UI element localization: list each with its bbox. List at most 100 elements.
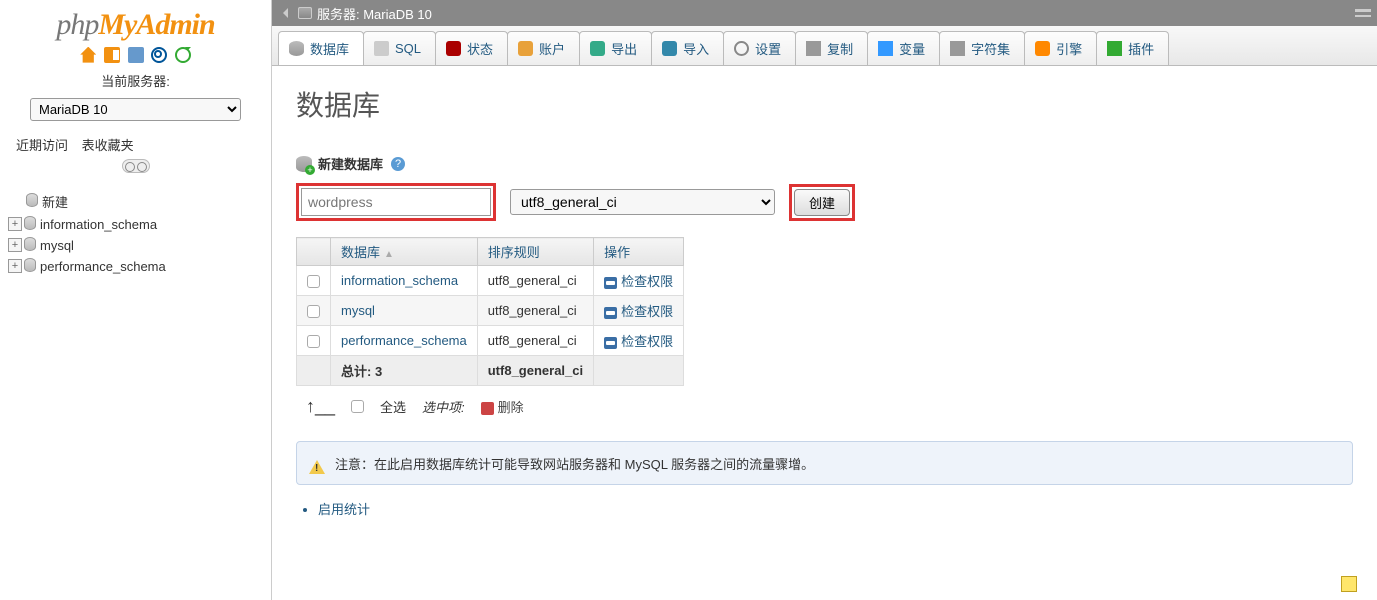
- users-icon: [518, 41, 533, 56]
- back-arrow-icon[interactable]: [278, 8, 288, 18]
- tree-db-item[interactable]: + information_schema: [8, 214, 263, 235]
- tree-db-item[interactable]: + performance_schema: [8, 256, 263, 277]
- tree-db-label: information_schema: [40, 217, 157, 232]
- server-icon: [298, 7, 312, 19]
- sidebar: phpMyAdmin 当前服务器: MariaDB 10 近期访问 表收藏夹 新…: [0, 0, 272, 600]
- database-icon: [24, 216, 36, 230]
- link-icon[interactable]: [122, 159, 150, 173]
- server-select[interactable]: MariaDB 10: [30, 98, 241, 121]
- variables-icon: [878, 41, 893, 56]
- page-title: 数据库: [296, 84, 1353, 124]
- table-row: mysql utf8_general_ci 检查权限: [297, 296, 684, 326]
- database-new-icon: [26, 193, 38, 207]
- db-link[interactable]: mysql: [341, 303, 375, 318]
- tab-replication[interactable]: 复制: [795, 31, 868, 65]
- reload-icon[interactable]: [175, 47, 191, 63]
- top-tabs: 数据库 SQL 状态 账户 导出 导入 设置 复制 变量 字符集 引擎 插件: [272, 26, 1377, 66]
- row-collation: utf8_general_ci: [477, 296, 593, 326]
- tab-settings[interactable]: 设置: [723, 31, 796, 65]
- side-tab-recent[interactable]: 近期访问: [16, 138, 68, 153]
- row-checkbox[interactable]: [307, 335, 320, 348]
- table-row: information_schema utf8_general_ci 检查权限: [297, 266, 684, 296]
- collapse-icon[interactable]: [1355, 9, 1371, 17]
- expand-icon[interactable]: +: [8, 217, 22, 231]
- row-checkbox[interactable]: [307, 305, 320, 318]
- database-icon: [289, 41, 304, 56]
- replication-icon: [806, 41, 821, 56]
- col-collation[interactable]: 排序规则: [477, 238, 593, 266]
- delete-icon: [481, 402, 494, 415]
- sidebar-mini-toolbar: [0, 44, 271, 69]
- collation-select[interactable]: utf8_general_ci: [510, 189, 775, 215]
- db-name-input[interactable]: [301, 188, 491, 216]
- tab-export[interactable]: 导出: [579, 31, 652, 65]
- sticky-note-icon[interactable]: [1341, 576, 1357, 592]
- sort-asc-icon[interactable]: ▲: [384, 249, 394, 260]
- db-tree: 新建 + information_schema + mysql + perfor…: [0, 179, 271, 277]
- create-button[interactable]: 创建: [794, 189, 850, 216]
- home-icon[interactable]: [80, 47, 96, 63]
- notice-text: 注意：在此启用数据库统计可能导致网站服务器和 MySQL 服务器之间的流量骤增。: [335, 454, 814, 473]
- row-checkbox[interactable]: [307, 275, 320, 288]
- engine-icon: [1035, 41, 1050, 56]
- select-all-label[interactable]: 全选: [380, 397, 406, 416]
- table-row: performance_schema utf8_general_ci 检查权限: [297, 326, 684, 356]
- tab-status[interactable]: 状态: [435, 31, 508, 65]
- tab-plugins[interactable]: 插件: [1096, 31, 1169, 65]
- tab-import[interactable]: 导入: [651, 31, 724, 65]
- delete-link[interactable]: 删除: [498, 400, 524, 415]
- warning-icon: [309, 452, 325, 474]
- tree-db-item[interactable]: + mysql: [8, 235, 263, 256]
- charset-icon: [950, 41, 965, 56]
- status-icon: [446, 41, 461, 56]
- help-icon[interactable]: ?: [391, 157, 405, 171]
- privileges-icon: [604, 337, 617, 349]
- tab-accounts[interactable]: 账户: [507, 31, 580, 65]
- logout-icon[interactable]: [104, 47, 120, 63]
- tree-new-label: 新建: [42, 192, 68, 211]
- tab-engines[interactable]: 引擎: [1024, 31, 1097, 65]
- privileges-icon: [604, 307, 617, 319]
- tab-charsets[interactable]: 字符集: [939, 31, 1025, 65]
- privileges-icon: [604, 277, 617, 289]
- create-db-heading: 新建数据库: [318, 154, 383, 173]
- check-privileges-link[interactable]: 检查权限: [621, 334, 673, 349]
- breadcrumb-server[interactable]: 服务器: MariaDB 10: [317, 4, 432, 23]
- enable-stats-link[interactable]: 启用统计: [318, 502, 370, 517]
- database-table: 数据库▲ 排序规则 操作 information_schema utf8_gen…: [296, 237, 684, 386]
- tree-db-label: mysql: [40, 238, 74, 253]
- selected-label: 选中项:: [422, 397, 465, 416]
- tab-sql[interactable]: SQL: [363, 31, 436, 65]
- plugin-icon: [1107, 41, 1122, 56]
- col-action: 操作: [594, 238, 684, 266]
- docs-icon[interactable]: [128, 47, 144, 63]
- row-collation: utf8_general_ci: [477, 266, 593, 296]
- expand-icon[interactable]: +: [8, 259, 22, 273]
- check-privileges-link[interactable]: 检查权限: [621, 274, 673, 289]
- select-all-checkbox[interactable]: [351, 400, 364, 413]
- breadcrumb: 服务器: MariaDB 10: [272, 0, 1377, 26]
- notice-box: 注意：在此启用数据库统计可能导致网站服务器和 MySQL 服务器之间的流量骤增。: [296, 441, 1353, 485]
- total-label: 总计: 3: [331, 356, 478, 386]
- check-privileges-link[interactable]: 检查权限: [621, 304, 673, 319]
- database-icon: [24, 237, 36, 251]
- settings-icon[interactable]: [151, 47, 167, 63]
- row-collation: utf8_general_ci: [477, 326, 593, 356]
- col-database: 数据库▲: [331, 238, 478, 266]
- tab-variables[interactable]: 变量: [867, 31, 940, 65]
- database-icon: [24, 258, 36, 272]
- phpmyadmin-logo[interactable]: phpMyAdmin: [0, 2, 271, 44]
- create-db-icon: [296, 156, 312, 172]
- expand-icon[interactable]: +: [8, 238, 22, 252]
- import-icon: [662, 41, 677, 56]
- total-collation: utf8_general_ci: [477, 356, 593, 386]
- sql-icon: [374, 41, 389, 56]
- db-link[interactable]: performance_schema: [341, 333, 467, 348]
- tab-databases[interactable]: 数据库: [278, 31, 364, 65]
- table-total-row: 总计: 3 utf8_general_ci: [297, 356, 684, 386]
- up-arrow-icon: ↑__: [306, 396, 335, 417]
- db-link[interactable]: information_schema: [341, 273, 458, 288]
- side-tab-favorites[interactable]: 表收藏夹: [82, 138, 134, 153]
- tree-new-db[interactable]: 新建: [8, 189, 263, 214]
- current-server-label: 当前服务器:: [0, 69, 271, 92]
